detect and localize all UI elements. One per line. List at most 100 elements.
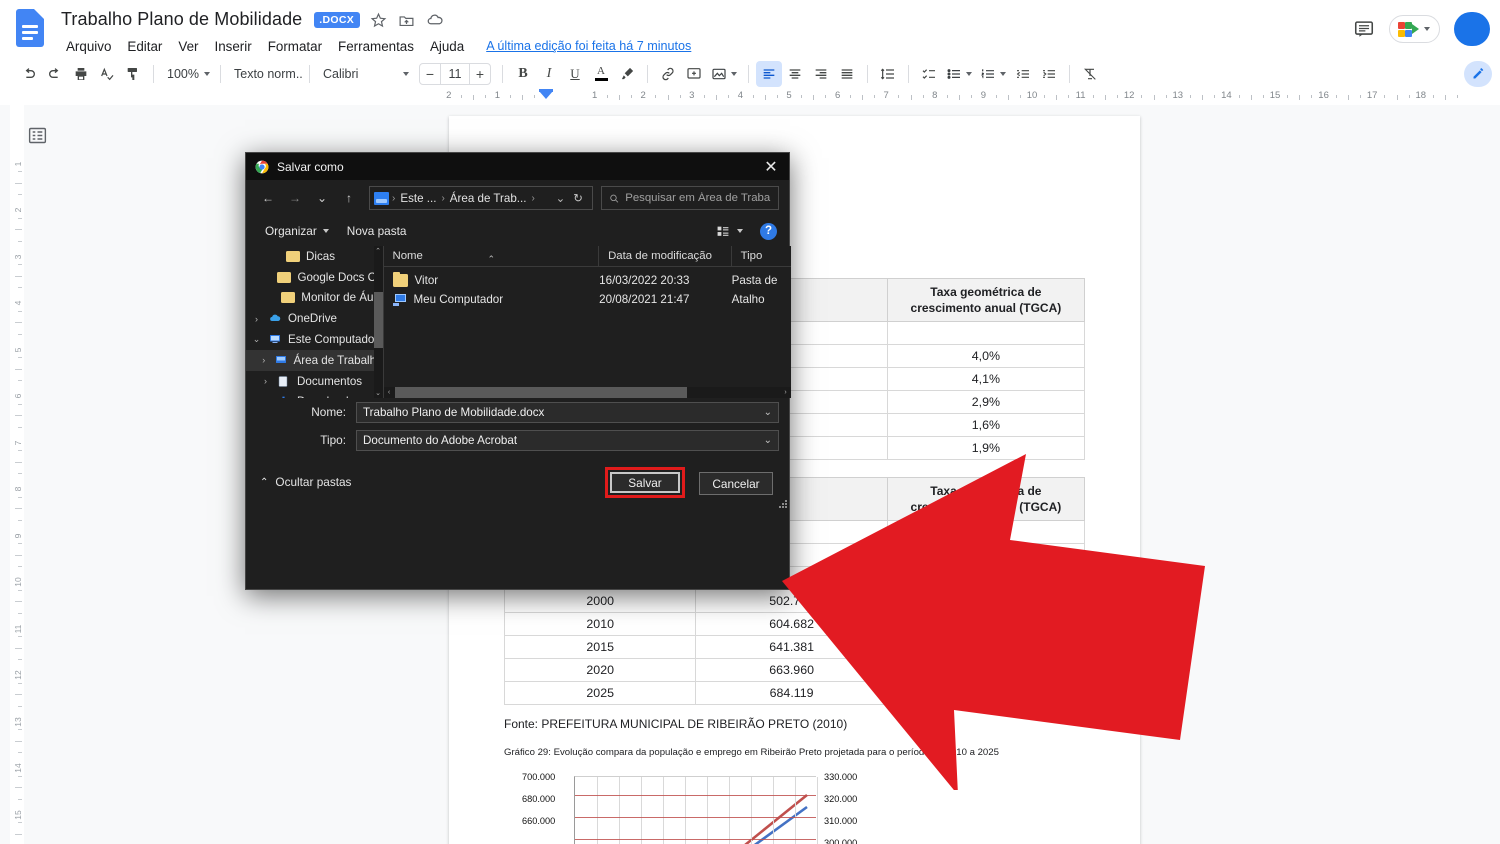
menu-ferramentas[interactable]: Ferramentas [330,37,422,56]
align-justify-icon[interactable] [834,61,860,87]
address-dropdown-icon[interactable]: ⌄ [552,189,570,207]
font-size-increase-button[interactable]: + [470,64,490,84]
dialog-title-bar[interactable]: Salvar como ✕ [246,153,789,180]
file-row-meu-computador[interactable]: Meu Computador 20/08/2021 21:47 Atalho [384,290,792,309]
menu-formatar[interactable]: Formatar [260,37,330,56]
nav-tree-item-rea-de-trabalho[interactable]: › Área de Trabalho [246,349,383,371]
print-icon[interactable] [68,61,94,87]
paragraph-style-select[interactable]: Texto norm... [228,64,302,84]
font-size-decrease-button[interactable]: − [420,64,440,84]
navigation-pane[interactable]: ⌃ ⌄ ›Dicas›Google Docs Co›Monitor de Áud… [246,246,384,398]
checklist-icon[interactable] [916,61,942,87]
undo-icon[interactable] [16,61,42,87]
align-right-icon[interactable] [808,61,834,87]
menu-editar[interactable]: Editar [119,37,170,56]
breadcrumb-area-de-trabalho[interactable]: Área de Trab... [446,190,531,207]
scroll-right-icon[interactable]: › [780,387,791,398]
help-button[interactable]: ? [760,222,777,240]
google-meet-icon[interactable] [1389,15,1441,43]
tree-collapse-icon[interactable]: ⌄ [250,334,263,345]
font-size-input[interactable]: 11 [440,63,470,84]
highlight-color-icon[interactable] [614,61,640,87]
share-button[interactable] [1454,12,1490,46]
view-options-icon[interactable] [709,221,750,242]
show-document-outline-button[interactable] [27,125,49,147]
decrease-indent-icon[interactable] [1010,61,1036,87]
nav-pane-scroll-thumb[interactable] [373,292,383,348]
new-folder-button[interactable]: Nova pasta [340,220,414,242]
underline-button[interactable]: U [562,61,588,87]
move-to-folder-icon[interactable] [397,11,416,30]
forward-button[interactable]: → [283,186,307,210]
breadcrumb-este-computador[interactable]: Este ... [396,190,440,207]
first-line-indent-marker[interactable] [539,91,553,99]
nav-tree-item-documentos[interactable]: › Documentos [246,371,383,392]
file-name-input[interactable]: Trabalho Plano de Mobilidade.docx ⌄ [356,401,779,423]
italic-button[interactable]: I [536,61,562,87]
align-center-icon[interactable] [782,61,808,87]
horizontal-scroll-thumb[interactable] [394,387,687,398]
tree-expand-icon[interactable]: › [259,376,272,386]
document-status-cloud-icon[interactable] [425,11,444,30]
menu-arquivo[interactable]: Arquivo [58,37,119,56]
column-header-tipo[interactable]: Tipo [732,246,791,267]
scroll-left-icon[interactable]: ‹ [384,387,395,398]
nav-tree-item-google-docs-co[interactable]: ›Google Docs Co [246,267,383,288]
horizontal-ruler[interactable]: 2 1 1 2 3 4 5 6 7 8 9 10 11 12 13 14 15 16 17 18 [0,89,1500,105]
nav-tree-item-onedrive[interactable]: › OneDrive [246,308,383,329]
add-comment-icon[interactable] [681,61,707,87]
bold-button[interactable]: B [510,61,536,87]
refresh-icon[interactable]: ↻ [569,189,589,207]
edit-mode-pencil-icon[interactable] [1464,60,1492,87]
column-header-data[interactable]: Data de modificação [599,246,732,267]
comment-history-icon[interactable] [1353,18,1375,40]
chevron-down-icon[interactable]: ⌄ [764,407,772,418]
hide-folders-toggle[interactable]: ⌃ Ocultar pastas [260,475,351,489]
font-family-select[interactable]: Calibri [317,64,415,84]
clear-formatting-icon[interactable] [1077,61,1103,87]
last-edit-link[interactable]: A última edição foi feita há 7 minutos [486,39,691,53]
text-color-button[interactable]: A [588,61,614,87]
file-list-horizontal-scrollbar[interactable]: ‹ › [383,387,791,398]
spelling-check-icon[interactable] [94,61,120,87]
search-input[interactable]: Pesquisar em Área de Trabal... [601,186,779,210]
increase-indent-icon[interactable] [1036,61,1062,87]
align-left-icon[interactable] [756,60,782,87]
nav-tree-item-dicas[interactable]: ›Dicas [246,246,383,267]
menu-ver[interactable]: Ver [170,37,206,56]
nav-pane-scrollbar[interactable]: ⌃ ⌄ [373,246,383,398]
page-title[interactable]: Trabalho Plano de Mobilidade [58,8,305,31]
vertical-ruler[interactable]: 1 2 3 4 5 6 7 8 9 10 11 12 13 14 15 [10,105,24,844]
nav-tree-item-este-computador[interactable]: ⌄ Este Computador [246,329,383,350]
up-one-level-button[interactable]: ↑ [337,186,361,210]
close-icon[interactable]: ✕ [753,153,789,180]
column-header-nome[interactable]: Nome ⌃ [384,246,600,267]
star-icon[interactable] [369,11,388,30]
numbered-list-icon[interactable] [976,63,1010,85]
scroll-down-icon[interactable]: ⌄ [374,388,383,398]
insert-link-icon[interactable] [655,61,681,87]
google-docs-logo-icon[interactable] [14,8,46,50]
file-type-select[interactable]: Documento do Adobe Acrobat ⌄ [356,429,779,451]
zoom-level-select[interactable]: 100% [161,64,213,84]
save-button[interactable]: Salvar [610,472,680,493]
menu-inserir[interactable]: Inserir [207,37,260,56]
scroll-up-icon[interactable]: ⌃ [374,246,383,256]
recent-locations-button[interactable]: ⌄ [310,186,334,210]
menu-ajuda[interactable]: Ajuda [422,37,472,56]
redo-icon[interactable] [42,61,68,87]
ruler-label: 2 [640,90,646,101]
tree-expand-icon[interactable]: › [259,355,269,365]
back-button[interactable]: ← [256,186,280,210]
tree-expand-icon[interactable]: › [250,314,263,324]
address-breadcrumb-bar[interactable]: › Este ... › Área de Trab... › ⌄ ↻ [369,186,593,210]
nav-tree-item-monitor-de-udi[interactable]: ›Monitor de Áudi [246,288,383,309]
bulleted-list-icon[interactable] [942,63,976,85]
paint-format-icon[interactable] [120,61,146,87]
organize-button[interactable]: Organizar [258,220,336,242]
file-list-pane[interactable]: Nome ⌃ Data de modificação Tipo Vitor 16… [383,246,792,398]
line-spacing-icon[interactable] [875,61,901,87]
insert-image-icon[interactable] [707,63,741,85]
file-row-vitor[interactable]: Vitor 16/03/2022 20:33 Pasta de [384,271,792,290]
save-as-dialog[interactable]: Salvar como ✕ ← → ⌄ ↑ › Este ... › Área … [245,152,792,590]
